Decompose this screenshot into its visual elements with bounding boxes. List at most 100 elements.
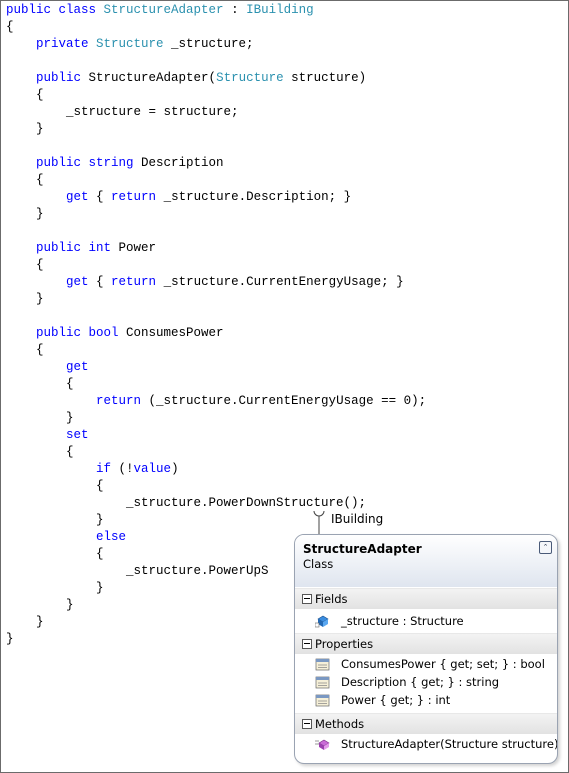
code-text: } <box>6 122 44 136</box>
code-text: { <box>88 275 112 289</box>
code-line[interactable]: public StructureAdapter(Structure struct… <box>6 70 366 87</box>
code-text: _structure.PowerUpS <box>6 564 269 578</box>
code-keyword: private <box>36 37 97 51</box>
code-text: _structure; <box>163 37 254 51</box>
section-properties[interactable]: Properties <box>295 633 557 654</box>
code-text: } <box>6 207 44 221</box>
code-keyword: return <box>111 190 157 204</box>
member-text: StructureAdapter(Structure structure) <box>341 737 558 751</box>
code-line[interactable]: get { return _structure.Description; } <box>6 189 351 206</box>
code-line[interactable]: else <box>6 529 126 546</box>
code-line[interactable]: { <box>6 376 74 393</box>
code-text: ) <box>171 462 179 476</box>
code-keyword: public class <box>6 3 104 17</box>
section-toggle-icon[interactable] <box>302 719 312 729</box>
code-line[interactable]: public class StructureAdapter : IBuildin… <box>6 2 314 19</box>
code-text: { <box>6 377 74 391</box>
code-text: { <box>88 190 112 204</box>
code-keyword: public bool <box>36 326 127 340</box>
code-line[interactable]: _structure.PowerUpS <box>6 563 269 580</box>
code-type: Structure <box>216 71 284 85</box>
code-type: StructureAdapter <box>103 3 224 17</box>
section-toggle-icon[interactable] <box>302 639 312 649</box>
code-line[interactable]: get <box>6 359 89 376</box>
code-text: { <box>6 547 104 561</box>
code-line[interactable]: } <box>6 597 74 614</box>
property-icon <box>315 658 330 671</box>
code-line[interactable]: return (_structure.CurrentEnergyUsage ==… <box>6 393 426 410</box>
code-text: { <box>6 20 14 34</box>
code-line[interactable]: } <box>6 410 74 427</box>
code-line[interactable]: } <box>6 580 104 597</box>
section-title: Fields <box>315 592 348 606</box>
code-text: } <box>6 632 14 646</box>
code-line[interactable]: } <box>6 121 44 138</box>
code-text: Power <box>118 241 157 255</box>
code-text: { <box>6 258 44 272</box>
code-line[interactable]: get { return _structure.CurrentEnergyUsa… <box>6 274 404 291</box>
code-keyword: return <box>96 394 142 408</box>
code-text: (_structure.CurrentEnergyUsage == 0); <box>141 394 427 408</box>
code-line[interactable]: set <box>6 427 89 444</box>
member-text: Power { get; } : int <box>341 693 451 707</box>
code-line[interactable]: } <box>6 206 44 223</box>
code-text: _structure.PowerDownStructure(); <box>6 496 367 510</box>
code-keyword: public int <box>36 241 119 255</box>
code-keyword: else <box>96 530 127 544</box>
code-keyword: value <box>133 462 172 476</box>
code-line[interactable]: { <box>6 172 44 189</box>
section-toggle-icon[interactable] <box>302 594 312 604</box>
property-icon <box>315 676 330 689</box>
code-keyword: public string <box>36 156 142 170</box>
class-diagram-shape[interactable]: StructureAdapter Class ⌃ Fields _structu… <box>294 534 558 764</box>
code-line[interactable]: public bool ConsumesPower <box>6 325 224 342</box>
code-line[interactable]: { <box>6 342 44 359</box>
code-line[interactable]: { <box>6 87 44 104</box>
section-fields[interactable]: Fields <box>295 588 557 609</box>
code-text: ConsumesPower <box>126 326 224 340</box>
code-text: } <box>6 598 74 612</box>
code-keyword: public <box>36 71 89 85</box>
code-line[interactable]: if (!value) <box>6 461 179 478</box>
collapse-chevron-icon[interactable]: ⌃ <box>539 541 552 554</box>
code-text: } <box>6 581 104 595</box>
code-text: (! <box>111 462 134 476</box>
method-icon <box>315 739 330 750</box>
code-keyword: return <box>111 275 157 289</box>
code-keyword: get <box>66 360 89 374</box>
code-text: } <box>6 513 104 527</box>
code-line[interactable]: { <box>6 546 104 563</box>
code-text: { <box>6 88 44 102</box>
code-text: { <box>6 343 44 357</box>
field-icon <box>315 615 329 628</box>
code-line[interactable]: } <box>6 512 104 529</box>
code-line[interactable]: { <box>6 19 14 36</box>
class-name: StructureAdapter <box>303 542 422 556</box>
code-line[interactable]: _structure = structure; <box>6 104 239 121</box>
code-line[interactable]: { <box>6 444 74 461</box>
code-keyword: set <box>66 428 89 442</box>
interface-lollipop-icon <box>313 510 325 536</box>
code-line[interactable]: public string Description <box>6 155 224 172</box>
code-line[interactable]: { <box>6 257 44 274</box>
code-type: Structure <box>96 37 164 51</box>
class-header[interactable]: StructureAdapter Class ⌃ <box>295 535 557 587</box>
section-methods[interactable]: Methods <box>295 713 557 734</box>
code-line[interactable]: public int Power <box>6 240 156 257</box>
code-text: : <box>223 3 247 17</box>
class-kind: Class <box>303 557 334 571</box>
code-line[interactable]: { <box>6 478 104 495</box>
code-line[interactable]: } <box>6 614 44 631</box>
code-text: } <box>6 292 44 306</box>
code-line[interactable]: } <box>6 291 44 308</box>
code-line[interactable]: private Structure _structure; <box>6 36 254 53</box>
code-line[interactable]: } <box>6 631 14 648</box>
